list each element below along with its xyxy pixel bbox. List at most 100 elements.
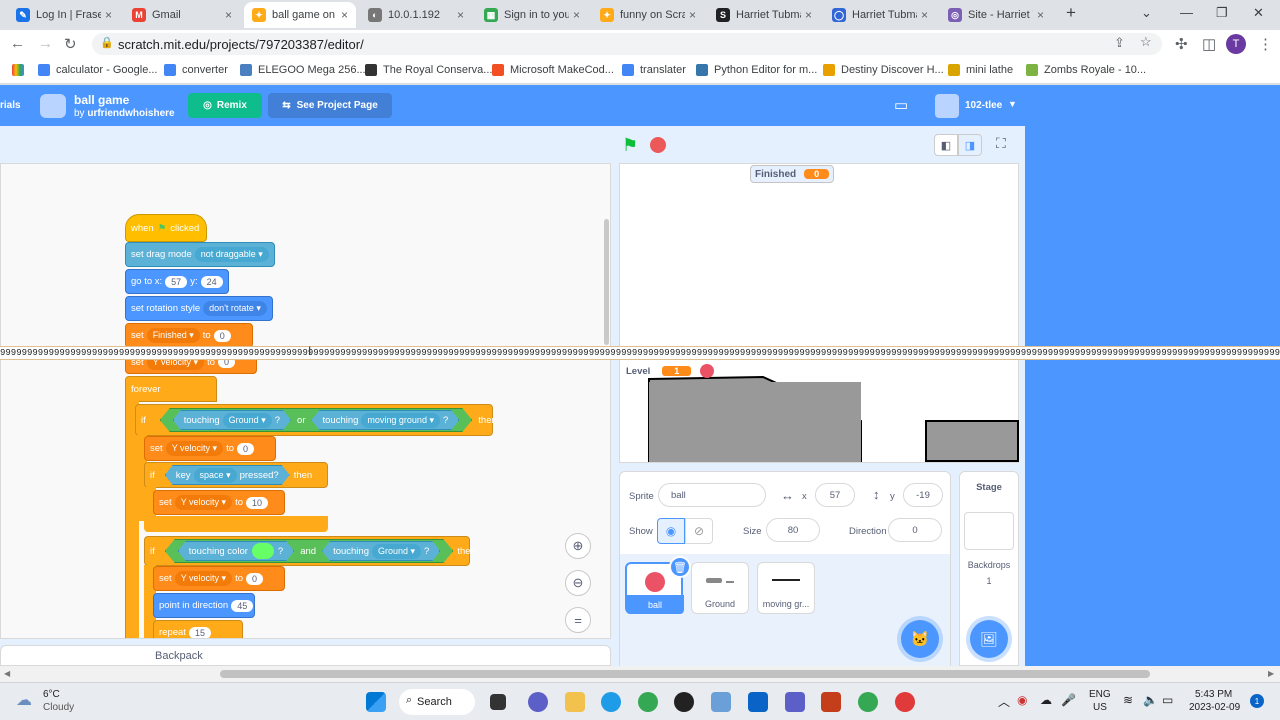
- scrollbar-thumb[interactable]: [220, 670, 1150, 678]
- y-position-input[interactable]: -19: [903, 483, 943, 507]
- and-operator-block[interactable]: touching color? and touching Ground ▾?: [165, 539, 454, 563]
- star-icon[interactable]: ☆: [1140, 34, 1152, 50]
- backdrop-thumbnail[interactable]: [964, 512, 1014, 550]
- tab-fraser-login[interactable]: ✎ Log In | Fraser ×: [8, 2, 120, 28]
- stage-canvas[interactable]: Finished 0 Level 1: [619, 163, 1019, 463]
- sprite-tile-ground[interactable]: Ground: [691, 562, 749, 614]
- weather-temp[interactable]: 6°C: [43, 689, 60, 700]
- notification-badge[interactable]: 1: [1250, 694, 1264, 708]
- large-stage-icon[interactable]: ◨: [958, 134, 982, 156]
- wifi-icon[interactable]: ≋: [1123, 693, 1133, 707]
- show-eye-icon[interactable]: ◉: [657, 518, 685, 544]
- photos-icon[interactable]: [711, 692, 731, 712]
- sidebar-icon[interactable]: ◫: [1202, 35, 1216, 53]
- forever-block[interactable]: forever: [125, 376, 217, 402]
- taskbar-search[interactable]: ⌕ Search: [399, 689, 475, 715]
- close-tab-icon[interactable]: ×: [1037, 8, 1044, 22]
- choose-backdrop-icon[interactable]: 🖼: [970, 620, 1008, 658]
- bookmark-item[interactable]: translater: [622, 64, 686, 76]
- dell-icon[interactable]: [674, 692, 694, 712]
- microphone-icon[interactable]: 🎤: [1061, 693, 1076, 707]
- key-pressed-block[interactable]: key space ▾ pressed?: [165, 465, 290, 485]
- tab-gmail[interactable]: M Gmail ×: [124, 2, 240, 28]
- close-window-icon[interactable]: ✕: [1253, 5, 1264, 21]
- set-finished-block[interactable]: set Finished ▾ to 0: [125, 323, 253, 348]
- touching-block[interactable]: touching Ground ▾?: [322, 541, 440, 561]
- edge-icon[interactable]: [601, 692, 621, 712]
- clock-time[interactable]: 5:43 PM: [1195, 689, 1232, 700]
- extensions-icon[interactable]: ✣: [1175, 35, 1188, 53]
- remix-button[interactable]: ◎ Remix: [188, 93, 262, 118]
- new-tab-button[interactable]: +: [1066, 3, 1076, 23]
- share-icon[interactable]: ⇪: [1114, 35, 1125, 51]
- menu-dots-icon[interactable]: ⋮: [1258, 35, 1273, 53]
- file-explorer-icon[interactable]: [565, 692, 585, 712]
- bookmark-item[interactable]: mini lathe: [948, 64, 1013, 76]
- if-key-pressed-block[interactable]: if key space ▾ pressed? then: [144, 462, 328, 488]
- bookmark-item[interactable]: Python Editor for m...: [696, 64, 817, 76]
- chrome-profile-icon[interactable]: [858, 692, 878, 712]
- x-position-input[interactable]: 57: [815, 483, 855, 507]
- my-stuff-folder-icon[interactable]: ▭: [894, 96, 908, 114]
- apps-grid-icon[interactable]: [12, 64, 30, 76]
- backpack-bar[interactable]: Backpack: [0, 645, 611, 666]
- color-swatch[interactable]: [252, 543, 274, 559]
- choose-sprite-cat-icon[interactable]: 🐱: [901, 620, 939, 658]
- tab-sign-in[interactable]: ▦ Sign in to your ×: [476, 2, 588, 28]
- if-touching-color-block[interactable]: if touching color? and touching Ground ▾?…: [144, 536, 476, 566]
- battery-icon[interactable]: ▭: [1162, 693, 1173, 707]
- tab-harriet-1[interactable]: S Harriet Tubma ×: [708, 2, 820, 28]
- touching-color-block[interactable]: touching color?: [178, 541, 294, 561]
- reload-icon[interactable]: ↻: [64, 35, 77, 53]
- user-avatar[interactable]: [935, 94, 959, 118]
- tab-harriet-2[interactable]: ◯ Harriet Tubma ×: [824, 2, 936, 28]
- tab-ip-address[interactable]: ◐ 10.0.1.192 ×: [360, 2, 472, 28]
- bookmark-item[interactable]: ELEGOO Mega 256...: [240, 64, 366, 76]
- green-flag-icon[interactable]: ⚑: [622, 135, 638, 156]
- forward-arrow-icon[interactable]: →: [38, 35, 53, 52]
- set-y-velocity-block[interactable]: set Y velocity ▾ to 10: [153, 490, 285, 515]
- project-title[interactable]: ball game: [74, 93, 129, 107]
- small-stage-icon[interactable]: ◧: [934, 134, 958, 156]
- delete-sprite-icon[interactable]: 🗑: [669, 556, 691, 578]
- touching-block[interactable]: touching Ground ▾?: [173, 410, 291, 430]
- close-tab-icon[interactable]: ×: [225, 8, 232, 22]
- close-tab-icon[interactable]: ×: [457, 8, 464, 22]
- scroll-right-icon[interactable]: ▶: [1268, 669, 1274, 678]
- teams-icon[interactable]: [785, 692, 805, 712]
- back-arrow-icon[interactable]: ←: [10, 35, 25, 52]
- tutorials-menu[interactable]: rials: [0, 100, 21, 111]
- close-tab-icon[interactable]: ×: [341, 8, 348, 22]
- scroll-left-icon[interactable]: ◀: [4, 669, 10, 678]
- repeat-block[interactable]: repeat 15: [153, 620, 243, 638]
- restore-icon[interactable]: ❐: [1216, 5, 1228, 21]
- account-chevron-icon[interactable]: ▼: [1008, 99, 1017, 109]
- powerpoint-icon[interactable]: [821, 692, 841, 712]
- zoom-reset-icon[interactable]: =: [565, 607, 591, 633]
- username[interactable]: 102-tlee: [965, 100, 1002, 111]
- zoom-out-icon[interactable]: ⊖: [565, 570, 591, 596]
- ball-sprite[interactable]: [700, 364, 714, 378]
- sprite-tile-moving-ground[interactable]: moving gr...: [757, 562, 815, 614]
- set-drag-mode-block[interactable]: set drag mode not draggable ▾: [125, 242, 275, 267]
- tab-funny-scratch[interactable]: ✦ funny on Scrat ×: [592, 2, 704, 28]
- code-workspace[interactable]: when ⚑ clicked set drag mode not draggable …: [0, 163, 611, 639]
- fullscreen-icon[interactable]: ⛶: [996, 135, 1006, 152]
- outlook-icon[interactable]: [748, 692, 768, 712]
- tray-chevron-icon[interactable]: ︿: [998, 693, 1010, 710]
- see-project-page-button[interactable]: ⇆ See Project Page: [268, 93, 392, 118]
- code-scrollbar[interactable]: [604, 219, 609, 345]
- onedrive-icon[interactable]: ☁: [1040, 693, 1052, 707]
- task-view-icon[interactable]: [490, 694, 506, 710]
- tray-app-icon[interactable]: ◉: [1017, 693, 1027, 707]
- set-y-velocity-block[interactable]: set Y velocity ▾ to 0: [153, 566, 285, 591]
- close-tab-icon[interactable]: ×: [573, 8, 580, 22]
- bookmark-item[interactable]: calculator - Google...: [38, 64, 158, 76]
- direction-input[interactable]: 0: [888, 518, 942, 542]
- close-tab-icon[interactable]: ×: [689, 8, 696, 22]
- zoom-in-icon[interactable]: ⊕: [565, 533, 591, 559]
- size-input[interactable]: 80: [766, 518, 820, 542]
- close-tab-icon[interactable]: ×: [105, 8, 112, 22]
- go-to-xy-block[interactable]: go to x: 57 y: 24: [125, 269, 229, 294]
- stop-icon[interactable]: [650, 137, 666, 153]
